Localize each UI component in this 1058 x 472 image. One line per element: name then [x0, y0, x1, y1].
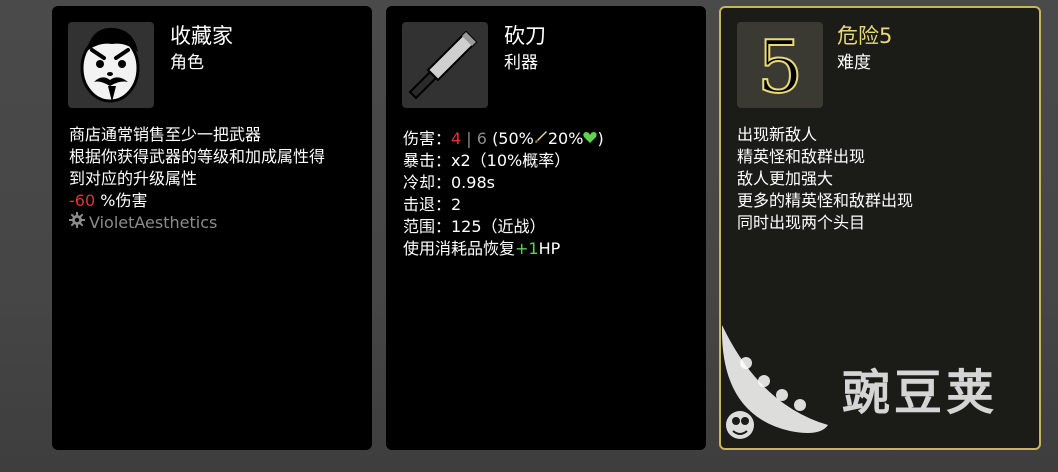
- danger-description: 出现新敌人 精英怪和敌群出现 敌人更加强大 更多的精英怪和敌群出现 同时出现两个…: [737, 124, 913, 234]
- desc-line: 根据你获得武器的等级和加成属性得: [69, 147, 326, 166]
- character-description: 商店通常销售至少一把武器 根据你获得武器的等级和加成属性得 到对应的升级属性 -…: [69, 124, 325, 234]
- heal-stat: 使用消耗品恢复+1HP: [403, 238, 604, 260]
- mod-tag: VioletAesthetics: [69, 212, 325, 234]
- range-stat: 范围：125（近战）: [403, 217, 546, 236]
- character-type: 角色: [170, 53, 204, 73]
- damage-separator: |: [466, 129, 472, 148]
- danger-type: 难度: [837, 53, 871, 73]
- knockback-stat: 击退：2: [403, 195, 462, 214]
- danger-card[interactable]: 5 危险5 难度 出现新敌人 精英怪和敌群出现 敌人更加强大 更多的精英怪和敌群…: [719, 6, 1041, 450]
- desc-line: 敌人更加强大: [737, 169, 834, 188]
- penalty-value: -60: [69, 191, 96, 210]
- cooldown-stat: 冷却：0.98s: [403, 173, 495, 192]
- heal-prefix: 使用消耗品恢复: [403, 239, 516, 258]
- heal-value: +1: [515, 239, 539, 258]
- character-card[interactable]: 收藏家 角色 商店通常销售至少一把武器 根据你获得武器的等级和加成属性得 到对应…: [52, 6, 372, 450]
- mod-name: VioletAesthetics: [89, 213, 218, 232]
- damage-penalty: -60 %伤害: [69, 190, 325, 212]
- desc-line: 同时出现两个头目: [737, 213, 866, 232]
- heal-suffix: HP: [538, 239, 561, 258]
- desc-line: 精英怪和敌群出现: [737, 147, 866, 166]
- damage-value: 4: [451, 129, 462, 148]
- desc-line: 更多的精英怪和敌群出现: [737, 191, 914, 210]
- damage-scaling-close: ): [597, 129, 604, 148]
- crit-stat: 暴击：x2（10%概率）: [403, 151, 571, 170]
- damage-scaling-open: (50%: [492, 129, 534, 148]
- collector-portrait-icon: [68, 22, 154, 108]
- melee-damage-icon: [534, 129, 548, 148]
- desc-line: 出现新敌人: [737, 125, 818, 144]
- penalty-label: %伤害: [100, 191, 148, 210]
- damage-scaling-mid: 20%: [547, 129, 584, 148]
- weapon-name: 砍刀: [504, 24, 546, 48]
- danger-title: 危险5: [837, 24, 893, 48]
- hp-heart-icon: [583, 129, 598, 148]
- gear-icon: [69, 212, 85, 234]
- desc-line: 到对应的升级属性: [69, 169, 198, 188]
- danger-level-icon: 5: [737, 22, 823, 108]
- damage-stat: 伤害：4 | 6 (50% 20%): [403, 128, 604, 150]
- danger-numeral: 5: [757, 25, 803, 108]
- cleaver-icon: [402, 22, 488, 108]
- weapon-stats: 伤害：4 | 6 (50% 20%) 暴击：x2（10%概率） 冷却：0.98s …: [403, 128, 604, 260]
- weapon-card[interactable]: 砍刀 利器 伤害：4 | 6 (50% 20%) 暴击：x2（10%概率） 冷却：…: [386, 6, 706, 450]
- damage-label: 伤害：: [403, 129, 452, 148]
- damage-base: 6: [476, 129, 487, 148]
- desc-line: 商店通常销售至少一把武器: [69, 125, 262, 144]
- character-name: 收藏家: [170, 24, 233, 48]
- weapon-type: 利器: [504, 53, 538, 73]
